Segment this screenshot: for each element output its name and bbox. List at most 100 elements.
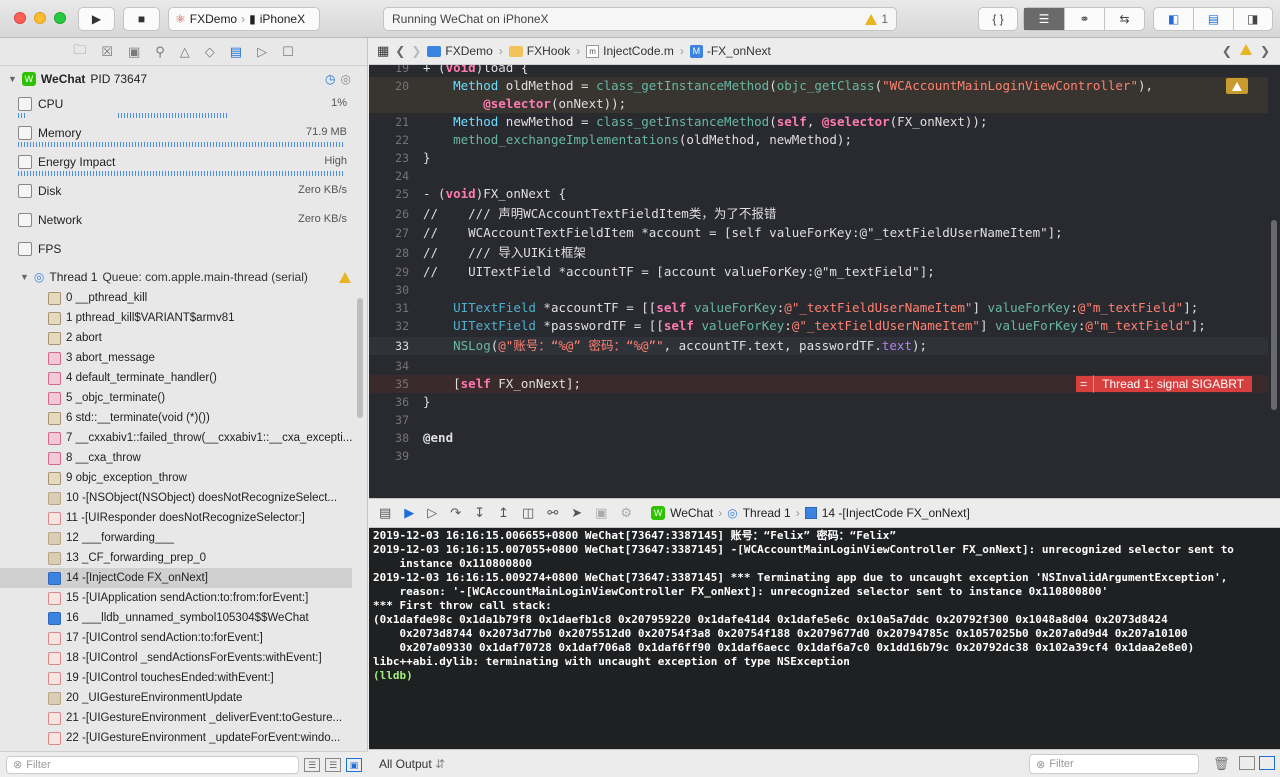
gauge-cpu[interactable]: CPU 1%: [0, 92, 367, 121]
stack-frame[interactable]: 18 -[UIControl _sendActionsForEvents:wit…: [0, 648, 352, 668]
variables-view-toggle[interactable]: [1239, 756, 1255, 770]
minimize-window-button[interactable]: [34, 12, 46, 24]
stack-frame[interactable]: 2 abort: [0, 328, 352, 348]
symbol-icon[interactable]: ▣: [128, 44, 140, 60]
next-issue-button[interactable]: ❯: [1260, 44, 1270, 58]
standard-editor-button[interactable]: ☰: [1024, 8, 1064, 30]
forward-button[interactable]: ❯: [411, 44, 421, 58]
editor-scrollbar[interactable]: [1268, 65, 1280, 498]
breadcrumb-group[interactable]: FXHook: [508, 44, 570, 58]
debug-process[interactable]: WeChat: [670, 506, 713, 520]
gauge-disk[interactable]: Disk Zero KB/s: [0, 179, 367, 208]
editor-scroll-thumb[interactable]: [1271, 220, 1277, 410]
stack-frame[interactable]: 10 -[NSObject(NSObject) doesNotRecognize…: [0, 488, 352, 508]
editor-mode-segment: ☰ ⚭ ⇆: [1023, 7, 1145, 31]
stack-frame[interactable]: 6 std::__terminate(void (*)()): [0, 408, 352, 428]
run-button[interactable]: ▶: [78, 7, 115, 31]
stack-frame[interactable]: 21 -[UIGestureEnvironment _deliverEvent:…: [0, 708, 352, 728]
camera-icon[interactable]: ▣: [595, 505, 607, 521]
trash-icon[interactable]: 🗑: [1213, 756, 1230, 772]
stack-frame[interactable]: 7 __cxxabiv1::failed_throw(__cxxabiv1::_…: [0, 428, 352, 448]
gauge-icon[interactable]: ◷: [325, 72, 335, 86]
stack-frame[interactable]: 14 -[InjectCode FX_onNext]: [0, 568, 352, 588]
console-filter-input[interactable]: ⊗ Filter: [1029, 754, 1199, 774]
stack-frame[interactable]: 9 objc_exception_throw: [0, 468, 352, 488]
stack-frame[interactable]: 11 -[UIResponder doesNotRecognizeSelecto…: [0, 508, 352, 528]
test-icon[interactable]: ◇: [205, 44, 215, 60]
filter-crashed-icon[interactable]: ▣: [346, 757, 362, 772]
breadcrumb-file[interactable]: m InjectCode.m: [586, 44, 674, 58]
thread-row[interactable]: ▼ ◎ Thread 1 Queue: com.apple.main-threa…: [0, 266, 367, 288]
stack-frame[interactable]: 12 ___forwarding___: [0, 528, 352, 548]
stack-frame[interactable]: 15 -[UIApplication sendAction:to:from:fo…: [0, 588, 352, 608]
gauge-energy[interactable]: Energy Impact High: [0, 150, 367, 179]
source-control-icon[interactable]: ☒: [101, 44, 113, 60]
debug-icon[interactable]: ▤: [230, 44, 242, 60]
gauge-network[interactable]: Network Zero KB/s: [0, 208, 367, 237]
navigator-scrollbar[interactable]: [357, 298, 363, 418]
issue-icon[interactable]: △: [180, 44, 190, 60]
warning-indicator[interactable]: 1: [865, 12, 888, 26]
breakpoint-icon[interactable]: ▷: [257, 44, 267, 60]
lldb-prompt[interactable]: (lldb): [373, 669, 1276, 683]
stack-frame[interactable]: 22 -[UIGestureEnvironment _updateForEven…: [0, 728, 352, 748]
warning-badge[interactable]: [1226, 78, 1248, 94]
gauge-fps[interactable]: FPS: [0, 237, 367, 266]
issue-warning-icon[interactable]: [1239, 44, 1252, 55]
navigator-filter-input[interactable]: ⊗ Filter: [6, 755, 299, 774]
stack-frame[interactable]: 8 __cxa_throw: [0, 448, 352, 468]
stack-frame[interactable]: 0 __pthread_kill: [0, 288, 352, 308]
process-row[interactable]: ▼ W WeChat PID 73647 ◷ ◎: [0, 66, 367, 92]
breakpoints-toggle-icon[interactable]: ▶: [404, 505, 414, 521]
debug-frame[interactable]: 14 -[InjectCode FX_onNext]: [822, 506, 970, 520]
version-editor-button[interactable]: ⇆: [1104, 8, 1144, 30]
debug-thread[interactable]: Thread 1: [743, 506, 791, 520]
step-out-icon[interactable]: ↥: [498, 505, 509, 521]
stack-frame[interactable]: 13 _CF_forwarding_prep_0: [0, 548, 352, 568]
stack-frame[interactable]: 19 -[UIControl touchesEnded:withEvent:]: [0, 668, 352, 688]
toggle-debug-area-button[interactable]: ▤: [1193, 8, 1232, 30]
stop-button[interactable]: ■: [123, 7, 160, 31]
memory-graph-icon[interactable]: ⚯: [547, 505, 558, 521]
toggle-navigator-button[interactable]: ◧: [1154, 8, 1193, 30]
gauge-memory[interactable]: Memory 71.9 MB: [0, 121, 367, 150]
stack-frame[interactable]: 1 pthread_kill$VARIANT$armv81: [0, 308, 352, 328]
threads-icon[interactable]: ◎: [341, 72, 351, 86]
output-selector[interactable]: All Output ⇵: [379, 757, 445, 771]
zoom-window-button[interactable]: [54, 12, 66, 24]
disclosure-triangle-icon[interactable]: ▼: [20, 272, 29, 282]
toggle-inspector-button[interactable]: ◨: [1232, 8, 1272, 30]
back-button[interactable]: ❮: [395, 44, 405, 58]
related-items-icon[interactable]: ▦: [377, 43, 389, 59]
stack-frame[interactable]: 3 abort_message: [0, 348, 352, 368]
previous-issue-button[interactable]: ❮: [1222, 44, 1232, 58]
stack-frame[interactable]: 5 _objc_terminate(): [0, 388, 352, 408]
error-annotation[interactable]: = Thread 1: signal SIGABRT: [1076, 375, 1252, 393]
scheme-selector[interactable]: ⚛ FXDemo › ▮ iPhoneX: [168, 7, 320, 31]
stack-frame[interactable]: 16 ___lldb_unnamed_symbol105304$$WeChat: [0, 608, 352, 628]
filter-scope-icon[interactable]: ☰: [304, 757, 320, 772]
breadcrumb-project[interactable]: FXDemo: [427, 44, 493, 58]
search-icon[interactable]: ⚲: [155, 44, 165, 60]
report-icon[interactable]: ☐: [282, 44, 294, 60]
step-into-icon[interactable]: ↧: [474, 505, 485, 521]
gear-icon[interactable]: ⚙: [620, 505, 632, 521]
filter-options-icon[interactable]: ☰: [325, 757, 341, 772]
simulate-location-icon[interactable]: ➤: [571, 505, 582, 521]
hide-debug-area-icon[interactable]: ▤: [379, 505, 391, 521]
breadcrumb-method[interactable]: M -FX_onNext: [689, 44, 771, 58]
source-editor[interactable]: 19 + (void)load { 20 Method oldMethod = c…: [369, 65, 1268, 498]
view-debugger-icon[interactable]: ◫: [522, 505, 534, 521]
step-over-icon[interactable]: ↷: [450, 505, 461, 521]
folder-icon[interactable]: 🗀: [73, 41, 86, 63]
library-button[interactable]: { }: [978, 7, 1018, 31]
console-output[interactable]: 2019-12-03 16:16:15.006655+0800 WeChat[7…: [369, 528, 1280, 749]
stack-frame[interactable]: 20 _UIGestureEnvironmentUpdate: [0, 688, 352, 708]
disclosure-triangle-icon[interactable]: ▼: [8, 74, 17, 84]
close-window-button[interactable]: [14, 12, 26, 24]
continue-icon[interactable]: ▷: [427, 505, 437, 521]
assistant-editor-button[interactable]: ⚭: [1064, 8, 1104, 30]
stack-frame[interactable]: 17 -[UIControl sendAction:to:forEvent:]: [0, 628, 352, 648]
console-view-toggle[interactable]: [1259, 756, 1275, 770]
stack-frame[interactable]: 4 default_terminate_handler(): [0, 368, 352, 388]
